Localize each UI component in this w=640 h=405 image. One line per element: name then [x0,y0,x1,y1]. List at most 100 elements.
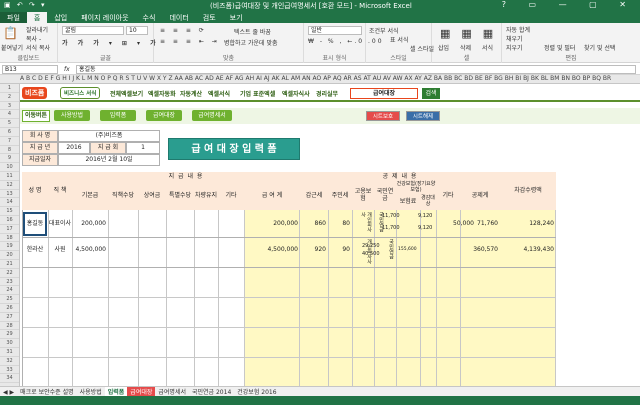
font-style-buttons[interactable]: 가 가 가 ▾ ⊞ ▾ 가 [62,38,160,47]
merge-center-button[interactable]: 병합하고 가운데 맞춤 [224,38,278,47]
row1-base-pay[interactable]: 200,000 [72,219,106,228]
sort-filter-button[interactable]: 정렬 및 필터 [544,43,575,52]
row2-deduct-total[interactable]: 360,570 [460,245,498,254]
name-box[interactable]: B13 [2,65,58,74]
nav-item-auto-calc[interactable]: 자동계산 [180,89,202,98]
nav-item-automation[interactable]: 엑셀자동화 [148,89,176,98]
tab-review[interactable]: 검토 [196,12,223,23]
row-header[interactable]: 27 [0,313,19,322]
bizform-sub-logo[interactable]: 비즈니스 서식 [60,87,101,99]
cell-style-button[interactable]: 셀 스타일 [410,44,434,53]
row-header[interactable]: 8 [0,146,19,155]
row2-base-pay[interactable]: 4,500,000 [72,245,106,254]
row-header[interactable]: 33 [0,366,19,375]
row-header[interactable]: 19 [0,242,19,252]
row-header[interactable]: 31 [0,348,19,357]
pay-count-value[interactable]: 1 [126,142,160,154]
row-headers[interactable]: 1 2 3 4 5 6 7 8 9 10 11 12 13 14 15 16 17 18 19 20 21 22 23 24 2… [0,84,20,386]
usage-button[interactable]: 사용방법 [54,110,90,121]
row-header[interactable]: 4 [0,110,19,120]
row1-deduct-total[interactable]: 71,760 [460,219,498,228]
bizform-logo[interactable]: 비즈폼 [22,87,48,99]
unprotect-sheet-button[interactable]: 시트해제 [406,111,440,121]
row-header[interactable]: 5 [0,119,19,128]
row2-position[interactable]: 사원 [48,245,72,254]
sheet-tab-statement[interactable]: 급여명세서 [155,387,189,396]
delete-cells-button[interactable]: 삭제 [460,43,471,52]
row-header[interactable]: 12 [0,181,19,190]
window-controls[interactable]: ? ▭ — ▢ ✕ [502,0,636,9]
row-header[interactable]: 30 [0,339,19,348]
row1-income-tax[interactable]: 860 [300,219,326,228]
wrap-text-button[interactable]: 텍스트 줄 바꿈 [234,27,271,36]
tab-home[interactable]: 홈 [26,12,48,23]
row-header[interactable]: 20 [0,251,19,260]
row2-pay-total[interactable]: 4,500,000 [244,245,298,254]
nav-item-all-excel[interactable]: 전체엑셀보기 [110,89,143,98]
protect-sheet-button[interactable]: 시트보호 [366,111,400,121]
fx-icon[interactable]: fx [64,66,70,73]
row-header[interactable]: 24 [0,286,19,296]
format-cells-button[interactable]: 서식 [482,43,493,52]
row-header[interactable]: 26 [0,304,19,313]
align-top-icons[interactable]: ≡ ≡ ≡ ⟳ [160,27,207,34]
row1-pension-2[interactable]: 11,700 [382,224,400,233]
row1-net-pay[interactable]: 128,240 [500,219,554,228]
row-header[interactable]: 16 [0,216,19,225]
row-header[interactable]: 1 [0,84,19,93]
row2-pension[interactable]: 29,250 40,500 [362,242,380,258]
row-header[interactable]: 6 [0,128,19,137]
sheet-tab-payroll[interactable]: 급여대장 [127,387,156,396]
row-header[interactable]: 13 [0,190,19,199]
row1-name[interactable]: 홍길동 [23,212,47,236]
sheet-tab-input[interactable]: 입력폼 [104,387,128,396]
nav-item-standard-excel[interactable]: 기업 표준엑셀 [240,89,275,98]
find-select-button[interactable]: 찾기 및 선택 [584,43,615,52]
sheet-nav-arrows[interactable]: ◀ ▶ [0,389,17,396]
row-header[interactable]: 3 [0,102,19,111]
insert-cells-button[interactable]: 삽입 [438,43,449,52]
company-value[interactable]: (주)비즈폼 [58,130,160,142]
input-form-button[interactable]: 입력폼 [100,110,136,121]
table-format-button[interactable]: 표 서식 [390,35,408,44]
align-horizontal-icons[interactable]: ≡ ≡ ≡ ⇤ ⇥ [160,38,220,45]
tab-insert[interactable]: 삽입 [47,12,74,23]
row1-pay-total[interactable]: 200,000 [244,219,298,228]
row1-pension[interactable]: 11,700 [382,212,400,221]
row-header[interactable]: 18 [0,234,19,243]
format-painter-button[interactable]: 서식 복사 [26,43,50,52]
row-header[interactable]: 11 [0,172,19,181]
nav-item-excel-forms[interactable]: 엑셀서식 [208,89,230,98]
row-header[interactable]: 25 [0,295,19,304]
formula-input[interactable]: 홍길동 [76,65,636,74]
row-header[interactable]: 17 [0,225,19,234]
sheet-tab-pension[interactable]: 국민연금 2014 [189,387,234,396]
number-format-select[interactable]: 일반 [308,26,362,35]
column-headers[interactable]: A B C D E F G H I J K L M N O P Q R S T … [0,75,640,84]
sheet-tab-macro[interactable]: 매크로 보안수준 설명 [17,387,77,396]
fill-button[interactable]: 채우기 [506,34,523,43]
pay-statement-button[interactable]: 급여명세서 [192,110,232,121]
row1-health[interactable]: 9,120 [418,212,436,221]
row1-health-2[interactable]: 9,120 [418,224,436,233]
go-button[interactable]: 검색 [422,88,440,99]
autosum-button[interactable]: 자동 합계 [506,25,530,34]
row2-net-pay[interactable]: 4,139,430 [500,245,554,254]
row-header[interactable]: 23 [0,278,19,287]
clear-button[interactable]: 지우기 [506,43,523,52]
payroll-button[interactable]: 급여대장 [146,110,182,121]
copy-button[interactable]: 복사 - [26,34,41,43]
tab-formulas[interactable]: 수식 [136,12,163,23]
row-header[interactable]: 14 [0,198,19,208]
quick-access-toolbar[interactable]: ▣ ↶ ↷ ▾ [4,1,47,9]
row-header[interactable]: 34 [0,374,19,384]
doc-title-box[interactable]: 급여대장 [350,88,418,99]
row-header[interactable]: 9 [0,154,19,164]
row2-name[interactable]: 한라산 [23,245,47,254]
paste-icon[interactable]: 📋 [3,26,18,40]
sheet-tab-usage[interactable]: 사용방법 [77,387,105,396]
sheet-tab-health[interactable]: 건강보험 2016 [234,387,279,396]
row-header[interactable]: 7 [0,137,19,146]
paste-button[interactable]: 붙여넣기 [1,43,23,52]
tab-page-layout[interactable]: 페이지 레이아웃 [74,12,135,23]
